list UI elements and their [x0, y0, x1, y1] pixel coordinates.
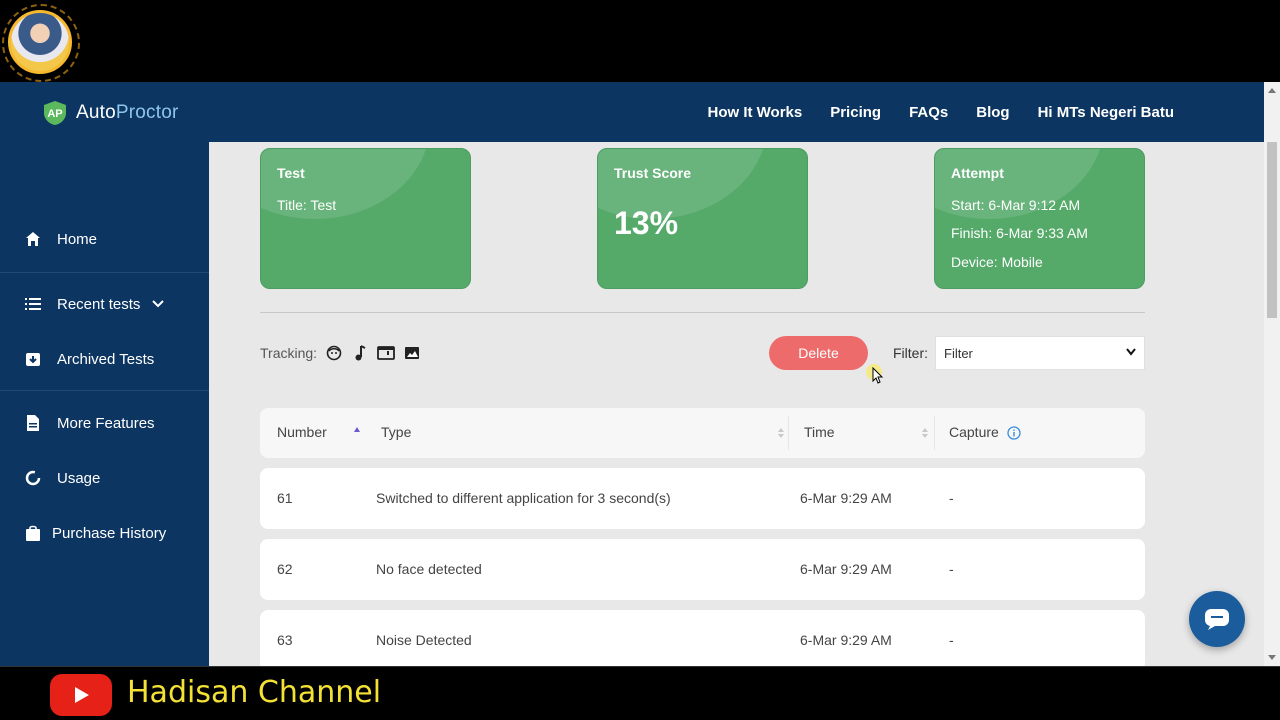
sidebar-item-label: Archived Tests — [57, 350, 155, 368]
nav-blog[interactable]: Blog — [976, 104, 1009, 121]
filter-select[interactable]: Filter — [935, 336, 1145, 370]
column-header-type[interactable]: Type — [381, 424, 411, 440]
list-icon — [24, 295, 42, 313]
row-number: 62 — [277, 561, 293, 577]
top-header: AP AutoProctor How It Works Pricing FAQs… — [0, 82, 1264, 142]
chevron-down-icon — [1126, 348, 1136, 356]
video-bottom-band: Hadisan Channel — [0, 666, 1280, 720]
sidebar-item-home[interactable]: Home — [0, 226, 209, 252]
filter-label: Filter: — [893, 345, 928, 361]
face-icon — [325, 344, 343, 362]
sidebar-item-label: Recent tests — [57, 295, 141, 313]
sidebar: Home Recent tests Archived Tests More Fe… — [0, 142, 209, 666]
test-title-text: Title: Test — [277, 197, 337, 213]
attempt-finish: Finish: 6-Mar 9:33 AM — [951, 225, 1088, 241]
browser-viewport: AP AutoProctor How It Works Pricing FAQs… — [0, 82, 1280, 666]
sidebar-item-label: Usage — [57, 469, 101, 487]
nav-faqs[interactable]: FAQs — [909, 104, 948, 121]
scroll-down-arrow-icon[interactable] — [1268, 655, 1276, 660]
table-row[interactable]: 63 Noise Detected 6-Mar 9:29 AM - — [260, 610, 1145, 666]
chat-icon — [1205, 609, 1229, 630]
delete-button[interactable]: Delete — [769, 336, 868, 370]
info-icon[interactable] — [1007, 426, 1021, 440]
music-note-icon — [351, 344, 369, 362]
row-type: No face detected — [376, 561, 482, 577]
column-separator — [934, 416, 935, 450]
scroll-thumb[interactable] — [1267, 142, 1277, 318]
column-header-capture[interactable]: Capture — [949, 424, 999, 440]
shield-logo-icon: AP — [44, 101, 66, 125]
chevron-down-icon[interactable] — [152, 300, 165, 308]
trust-score-value: 13% — [614, 205, 679, 241]
sidebar-item-archived-tests[interactable]: Archived Tests — [0, 346, 209, 372]
trust-score-card: Trust Score 13% — [597, 148, 808, 289]
channel-name: Hadisan Channel — [127, 675, 382, 710]
video-top-band — [0, 0, 1280, 82]
brand-name: AutoProctor — [76, 102, 179, 123]
svg-text:AP: AP — [47, 108, 62, 120]
row-number: 63 — [277, 632, 293, 648]
card-title: Trust Score — [614, 165, 692, 181]
home-icon — [24, 230, 42, 248]
mouse-cursor-icon — [866, 364, 884, 384]
filter-selected-value: Filter — [944, 345, 973, 361]
row-time: 6-Mar 9:29 AM — [800, 632, 892, 648]
sidebar-item-label: More Features — [57, 414, 155, 432]
image-icon — [403, 344, 421, 362]
test-card: Test Title: Test — [260, 148, 471, 289]
youtube-logo-icon — [50, 674, 112, 716]
nav-how-it-works[interactable]: How It Works — [707, 104, 802, 121]
scroll-up-arrow-icon[interactable] — [1268, 88, 1276, 93]
row-time: 6-Mar 9:29 AM — [800, 561, 892, 577]
nav-pricing[interactable]: Pricing — [830, 104, 881, 121]
column-separator — [788, 416, 789, 450]
sidebar-item-more-features[interactable]: More Features — [0, 410, 209, 436]
column-header-number[interactable]: Number — [277, 424, 327, 440]
brand-logo[interactable]: AP AutoProctor — [42, 100, 179, 126]
sidebar-item-label: Home — [57, 230, 98, 248]
sort-icon[interactable] — [778, 426, 784, 440]
card-title: Test — [277, 165, 305, 181]
bag-icon — [24, 524, 42, 542]
table-header: Number Type Time Capture — [260, 408, 1145, 458]
tracking-label: Tracking: — [260, 345, 318, 361]
row-type: Noise Detected — [376, 632, 472, 648]
section-divider — [260, 312, 1145, 313]
table-row[interactable]: 62 No face detected 6-Mar 9:29 AM - — [260, 539, 1145, 600]
sidebar-item-usage[interactable]: Usage — [0, 465, 209, 491]
archive-icon — [24, 350, 42, 368]
sidebar-divider — [0, 390, 209, 391]
row-capture: - — [949, 490, 954, 506]
attempt-start: Start: 6-Mar 9:12 AM — [951, 197, 1081, 213]
sort-asc-icon[interactable] — [354, 426, 360, 440]
browser-tab-icon — [377, 344, 395, 362]
column-header-time[interactable]: Time — [804, 424, 835, 440]
nav-user-greeting[interactable]: Hi MTs Negeri Batu — [1038, 104, 1174, 121]
channel-avatar — [8, 10, 72, 74]
attempt-card: Attempt Start: 6-Mar 9:12 AM Finish: 6-M… — [934, 148, 1145, 289]
document-icon — [24, 414, 42, 432]
sidebar-item-recent-tests[interactable]: Recent tests — [0, 291, 209, 317]
sidebar-item-label: Purchase History — [52, 524, 167, 542]
sidebar-divider — [0, 272, 209, 273]
tracking-row: Tracking: — [260, 344, 421, 362]
row-type: Switched to different application for 3 … — [376, 490, 671, 506]
chat-button[interactable] — [1189, 591, 1245, 647]
table-row[interactable]: 61 Switched to different application for… — [260, 468, 1145, 529]
row-capture: - — [949, 561, 954, 577]
usage-icon — [24, 469, 42, 487]
row-number: 61 — [277, 490, 293, 506]
page-scrollbar[interactable] — [1264, 82, 1280, 666]
main-nav: How It Works Pricing FAQs Blog Hi MTs Ne… — [707, 82, 1174, 142]
sidebar-item-purchase-history[interactable]: Purchase History — [0, 520, 209, 546]
card-title: Attempt — [951, 165, 1004, 181]
row-time: 6-Mar 9:29 AM — [800, 490, 892, 506]
attempt-device: Device: Mobile — [951, 254, 1043, 270]
row-capture: - — [949, 632, 954, 648]
sort-icon[interactable] — [922, 426, 928, 440]
